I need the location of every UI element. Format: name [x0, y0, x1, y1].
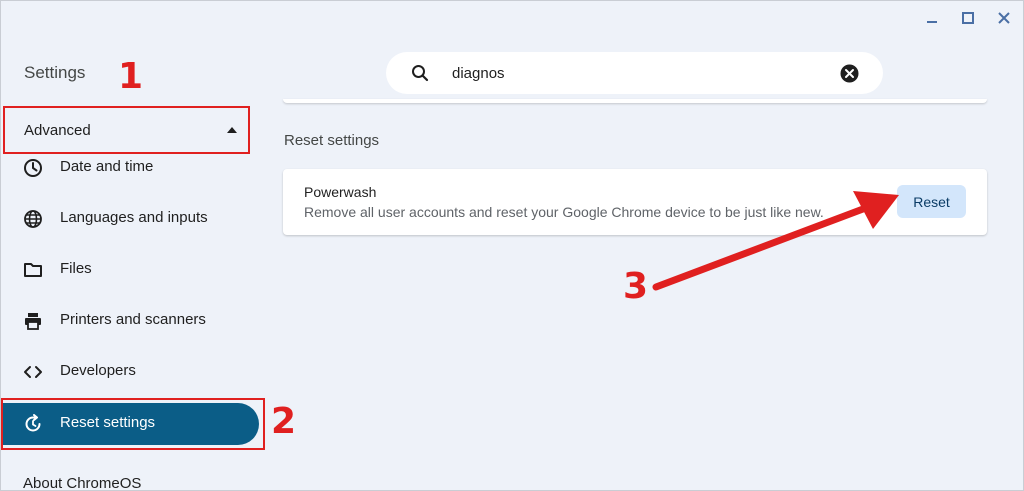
sidebar-item-label: Languages and inputs	[60, 209, 208, 226]
sidebar-item-label: Printers and scanners	[60, 311, 206, 328]
sidebar-item-label: Files	[60, 260, 92, 277]
sidebar-item-printers-and-scanners[interactable]: Printers and scanners	[1, 299, 261, 343]
reset-button[interactable]: Reset	[897, 185, 966, 218]
sidebar-item-reset-settings[interactable]: Reset settings	[3, 403, 259, 445]
powerwash-card: Powerwash Remove all user accounts and r…	[283, 169, 987, 235]
search-input[interactable]	[452, 62, 832, 84]
annotation-marker-2: 2	[271, 401, 297, 442]
search-icon	[412, 65, 429, 82]
previous-card-edge	[283, 99, 987, 103]
close-icon	[998, 12, 1010, 24]
sidebar-item-languages-and-inputs[interactable]: Languages and inputs	[1, 197, 261, 241]
sidebar-item-label: Developers	[60, 362, 136, 379]
window-controls	[921, 7, 1015, 29]
maximize-button[interactable]	[957, 7, 979, 29]
title-bar	[1, 1, 1023, 37]
close-window-button[interactable]	[993, 7, 1015, 29]
globe-icon	[24, 210, 42, 228]
printer-icon	[25, 313, 41, 330]
annotation-marker-1: 1	[118, 56, 144, 97]
annotation-marker-3: 3	[623, 266, 649, 307]
section-title: Reset settings	[284, 132, 380, 149]
sidebar-item-label: Date and time	[60, 158, 154, 175]
reset-icon	[25, 414, 41, 432]
clear-search-icon[interactable]	[840, 64, 859, 83]
caret-up-icon	[227, 127, 237, 133]
settings-window: Settings Advanced Date and time	[0, 0, 1024, 491]
app-title: Settings	[24, 63, 86, 82]
clock-icon	[24, 159, 42, 177]
search-box[interactable]	[386, 52, 883, 94]
powerwash-description: Remove all user accounts and reset your …	[304, 204, 824, 220]
sidebar-item-date-and-time[interactable]: Date and time	[1, 146, 261, 190]
sidebar-item-label: Reset settings	[60, 414, 156, 431]
powerwash-title: Powerwash	[304, 184, 377, 200]
sidebar-item-files[interactable]: Files	[1, 248, 261, 292]
minimize-icon	[927, 21, 937, 23]
maximize-icon	[962, 12, 974, 24]
code-icon	[24, 366, 42, 378]
minimize-button[interactable]	[921, 7, 943, 29]
sidebar: Advanced Date and time Languages and inp…	[1, 101, 271, 490]
folder-icon	[24, 263, 42, 277]
advanced-section-label: Advanced	[24, 121, 91, 139]
sidebar-item-developers[interactable]: Developers	[1, 350, 261, 394]
sidebar-item-about-chromeos[interactable]: About ChromeOS	[23, 475, 141, 490]
